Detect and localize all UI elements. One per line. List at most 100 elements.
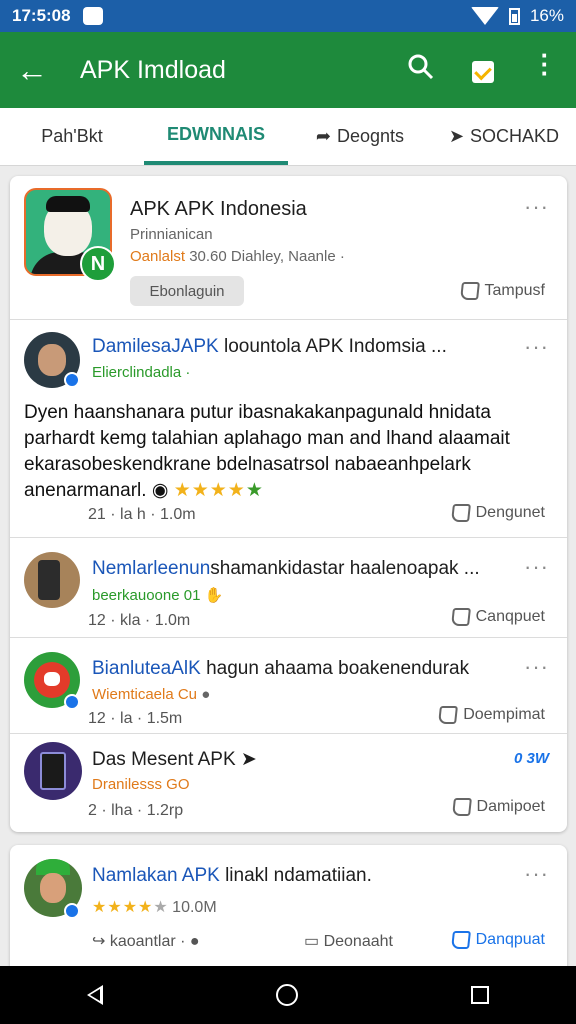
share-icon: ➦ xyxy=(315,126,332,146)
globe-icon: ● xyxy=(189,933,200,950)
like-button[interactable]: Tampusf xyxy=(459,282,545,300)
item-title-rest: hagun ahaama boakenendurak xyxy=(206,658,470,679)
message-button[interactable]: ▭ Deonaaht xyxy=(304,931,393,951)
tab-1-label: Pah'Bkt xyxy=(41,126,103,146)
like-label: Dengunet xyxy=(475,504,545,521)
edit-icon[interactable] xyxy=(452,55,514,86)
avatar xyxy=(24,552,80,608)
status-bar: 17:5:08 16% xyxy=(0,0,576,32)
battery-icon xyxy=(508,7,520,25)
more-icon[interactable]: ··· xyxy=(524,334,549,360)
back-arrow-icon[interactable]: ← xyxy=(0,32,64,108)
download-chip[interactable]: Ebonlaguin xyxy=(130,276,244,306)
comment-button[interactable]: ↪ kaoantlar · ● xyxy=(92,931,200,951)
n-badge-icon: N xyxy=(80,246,116,282)
item-title: Namlakan APK linakl ndamatiian. xyxy=(92,865,372,887)
post-time: 21 · la h · 1.0m xyxy=(88,506,196,523)
app-subtitle: Prinnianican xyxy=(130,226,213,243)
hand-icon: ✋ xyxy=(204,587,224,604)
thumb-up-icon xyxy=(450,504,471,522)
rating-value: 10.0M xyxy=(172,899,217,916)
tab-2-label: EDWNNAIS xyxy=(167,124,265,144)
item-title-highlight: Namlakan APK xyxy=(92,865,220,886)
item-title-rest: Das Mesent APK xyxy=(92,749,236,770)
more-icon[interactable]: ··· xyxy=(524,554,549,580)
search-icon[interactable] xyxy=(390,54,452,87)
item-title-highlight: Nemlarleenun xyxy=(92,558,211,579)
nav-recents-icon[interactable] xyxy=(471,986,490,1004)
item-sub: Dranilesss GO xyxy=(92,776,190,793)
rating: ★★★★★ 10.0M xyxy=(92,897,217,917)
list-item[interactable]: BianluteaAlK hagun ahaama boakenendurak … xyxy=(10,638,567,734)
item-title: BianluteaAlK hagun ahaama boakenendurak xyxy=(92,658,469,680)
chat-icon: ▭ xyxy=(304,933,320,950)
featured-app[interactable]: N APK APK Indonesia Prinnianican Oanlals… xyxy=(10,176,567,320)
feed-card: N APK APK Indonesia Prinnianican Oanlals… xyxy=(10,176,567,832)
app-meta: Oanlalst 30.60 Diahley, Naanle · xyxy=(130,248,345,265)
star-icon: ★ xyxy=(153,899,168,916)
emoji-icon: ◉ xyxy=(151,480,169,501)
item-time: 12 · kla · 1.0m xyxy=(88,612,191,629)
like-label: Doempimat xyxy=(463,706,545,723)
tab-1[interactable]: Pah'Bkt xyxy=(0,108,144,165)
post: DamilesaJAPK loountola APK Indomsia ... … xyxy=(10,320,567,538)
post-body: Dyen haanshanara putur ibasnakakanpaguna… xyxy=(24,400,554,504)
battery-level: 16% xyxy=(529,6,564,25)
thumb-up-icon xyxy=(459,282,480,300)
like-button[interactable]: Dengunet xyxy=(450,504,545,522)
post-body-text: Dyen haanshanara putur ibasnakakanpaguna… xyxy=(24,402,510,501)
like-label: Damipoet xyxy=(476,798,545,815)
page-title: APK Imdload xyxy=(80,55,226,84)
more-icon[interactable]: ··· xyxy=(524,861,549,887)
system-nav-bar xyxy=(0,966,576,1024)
verified-icon xyxy=(64,694,80,710)
tab-3-label: Deognts xyxy=(337,126,405,146)
post-author-name: DamilesaJAPK xyxy=(92,336,219,357)
tab-3[interactable]: ➦ Deognts xyxy=(288,108,432,165)
item-sub-text: beerkauoone 01 xyxy=(92,587,201,604)
post-handle: Elierclindadla · xyxy=(92,364,191,381)
like-label: Danqpuat xyxy=(475,931,545,948)
wifi-icon xyxy=(470,7,499,25)
thumb-up-icon xyxy=(450,608,471,626)
thumb-up-icon xyxy=(450,931,471,949)
like-button[interactable]: Doempimat xyxy=(438,706,545,724)
star-icon: ★ xyxy=(245,480,263,501)
more-icon[interactable]: ··· xyxy=(524,654,549,680)
nav-home-icon[interactable] xyxy=(275,984,298,1006)
avatar xyxy=(24,742,82,800)
like-label: Tampusf xyxy=(484,282,545,299)
like-button[interactable]: Damipoet xyxy=(451,798,545,816)
app-meta-rest: 30.60 Diahley, Naanle · xyxy=(189,248,345,265)
count-badge: 0 3W xyxy=(513,750,549,767)
app-meta-highlight: Oanlalst xyxy=(130,248,186,265)
tab-4[interactable]: ➤ SOCHAKD xyxy=(432,108,576,165)
like-button[interactable]: Canqpuet xyxy=(450,608,545,626)
item-title-rest: linakl ndamatiian. xyxy=(225,865,372,886)
item-title-highlight: BianluteaAlK xyxy=(92,658,201,679)
like-button[interactable]: Danqpuat xyxy=(450,931,545,949)
notification-icon xyxy=(82,7,103,25)
tab-4-label: SOCHAKD xyxy=(470,126,560,146)
list-item[interactable]: Nemlarleenunshamankidastar haalenoapak .… xyxy=(10,538,567,638)
more-vert-icon[interactable]: · · · xyxy=(514,42,576,89)
item-sub-text: Wiemticaela Cu xyxy=(92,686,198,703)
globe-icon: ● xyxy=(201,686,211,703)
list-item[interactable]: Das Mesent APK ➤ Dranilesss GO 0 3W 2 · … xyxy=(10,734,567,830)
rating-stars: ★★★★ xyxy=(173,480,246,501)
thumb-up-icon xyxy=(451,798,472,816)
reply-icon: ↪ xyxy=(92,933,106,950)
nav-back-icon[interactable] xyxy=(86,985,103,1005)
tab-2[interactable]: EDWNNAIS xyxy=(144,108,288,165)
forward-icon: ➤ xyxy=(448,126,465,146)
app-bar: ← APK Imdload · · · xyxy=(0,32,576,108)
more-icon[interactable]: ··· xyxy=(524,194,549,220)
tab-bar: Pah'Bkt EDWNNAIS ➦ Deognts ➤ SOCHAKD xyxy=(0,108,576,166)
thumb-up-icon xyxy=(438,706,459,724)
feed-card[interactable]: Namlakan APK linakl ndamatiian. ★★★★★ 10… xyxy=(10,845,567,975)
post-author[interactable]: DamilesaJAPK loountola APK Indomsia ... xyxy=(92,336,447,358)
like-label: Canqpuet xyxy=(475,608,545,625)
item-title: Das Mesent APK ➤ xyxy=(92,748,257,771)
item-sub: beerkauoone 01 ✋ xyxy=(92,586,223,604)
item-title: Nemlarleenunshamankidastar haalenoapak .… xyxy=(92,558,480,580)
